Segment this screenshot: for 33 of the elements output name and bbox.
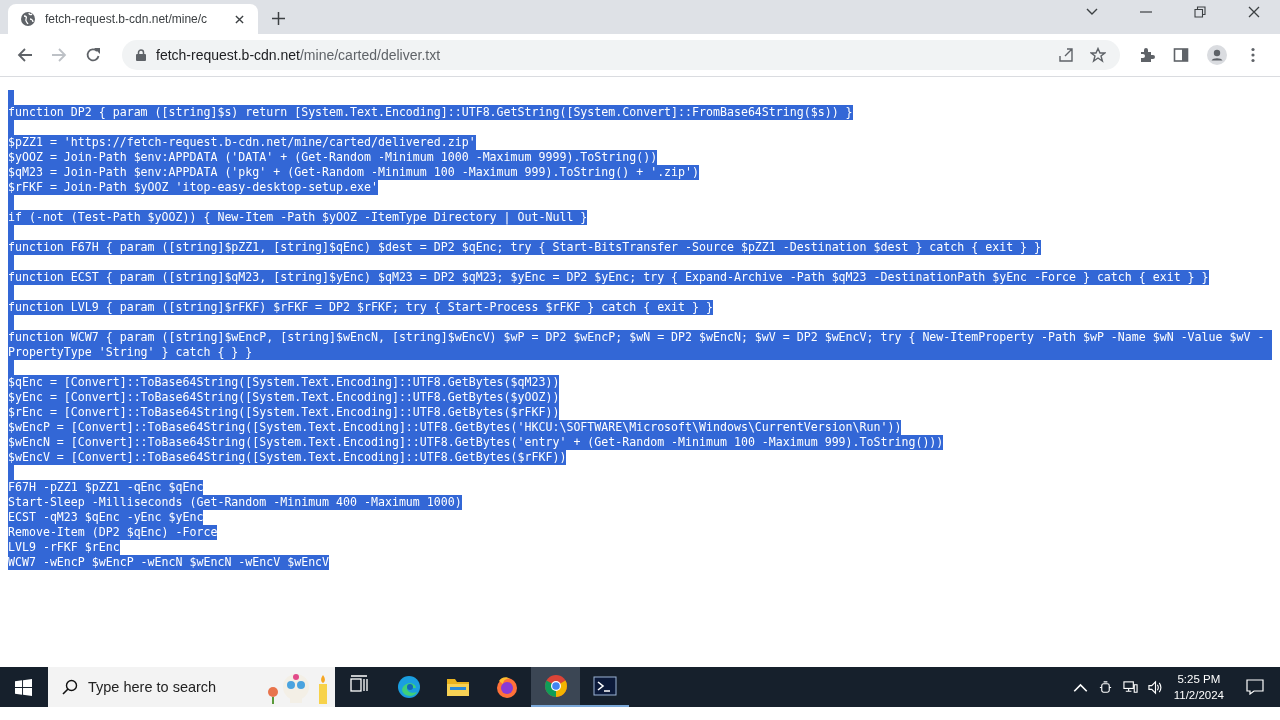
taskbar-button[interactable] <box>531 667 580 707</box>
device-icon[interactable] <box>1097 679 1113 695</box>
notification-icon[interactable] <box>1246 679 1264 695</box>
url-text: fetch-request.b-cdn.net/mine/carted/deliver.txt <box>156 47 441 63</box>
star-icon[interactable] <box>1090 47 1106 63</box>
close-icon[interactable] <box>235 14 244 24</box>
firefox-icon <box>494 675 519 699</box>
back-icon[interactable] <box>17 47 33 63</box>
windows-start-icon[interactable] <box>15 678 32 696</box>
side-panel-icon[interactable] <box>1173 47 1189 63</box>
globe-icon <box>20 11 36 27</box>
restore-icon[interactable] <box>1194 6 1206 18</box>
volume-icon[interactable] <box>1147 679 1163 695</box>
share-icon[interactable] <box>1058 47 1074 63</box>
clock[interactable]: 5:25 PM 11/2/2024 <box>1173 671 1224 703</box>
tab-title: fetch-request.b-cdn.net/mine/c <box>45 12 209 26</box>
profile-icon[interactable] <box>1207 45 1227 65</box>
reload-icon[interactable] <box>85 47 101 63</box>
address-bar[interactable]: fetch-request.b-cdn.net/mine/carted/deliver.txt <box>122 40 1120 70</box>
time-text: 5:25 PM <box>1177 672 1221 687</box>
date-text: 11/2/2024 <box>1173 688 1224 703</box>
browser-tab[interactable]: fetch-request.b-cdn.net/mine/c <box>8 4 258 34</box>
search-icon <box>62 679 78 695</box>
edge-icon <box>396 675 421 699</box>
new-tab-icon[interactable] <box>272 12 285 25</box>
puzzle-icon[interactable] <box>1139 47 1155 63</box>
close-icon[interactable] <box>1248 6 1260 18</box>
lock-icon[interactable] <box>136 49 146 61</box>
search-field[interactable]: Type here to search <box>48 667 335 707</box>
search-placeholder: Type here to search <box>88 679 217 695</box>
terminal-icon <box>592 674 617 698</box>
network-icon[interactable] <box>1122 679 1138 695</box>
chrome-icon <box>543 674 568 698</box>
